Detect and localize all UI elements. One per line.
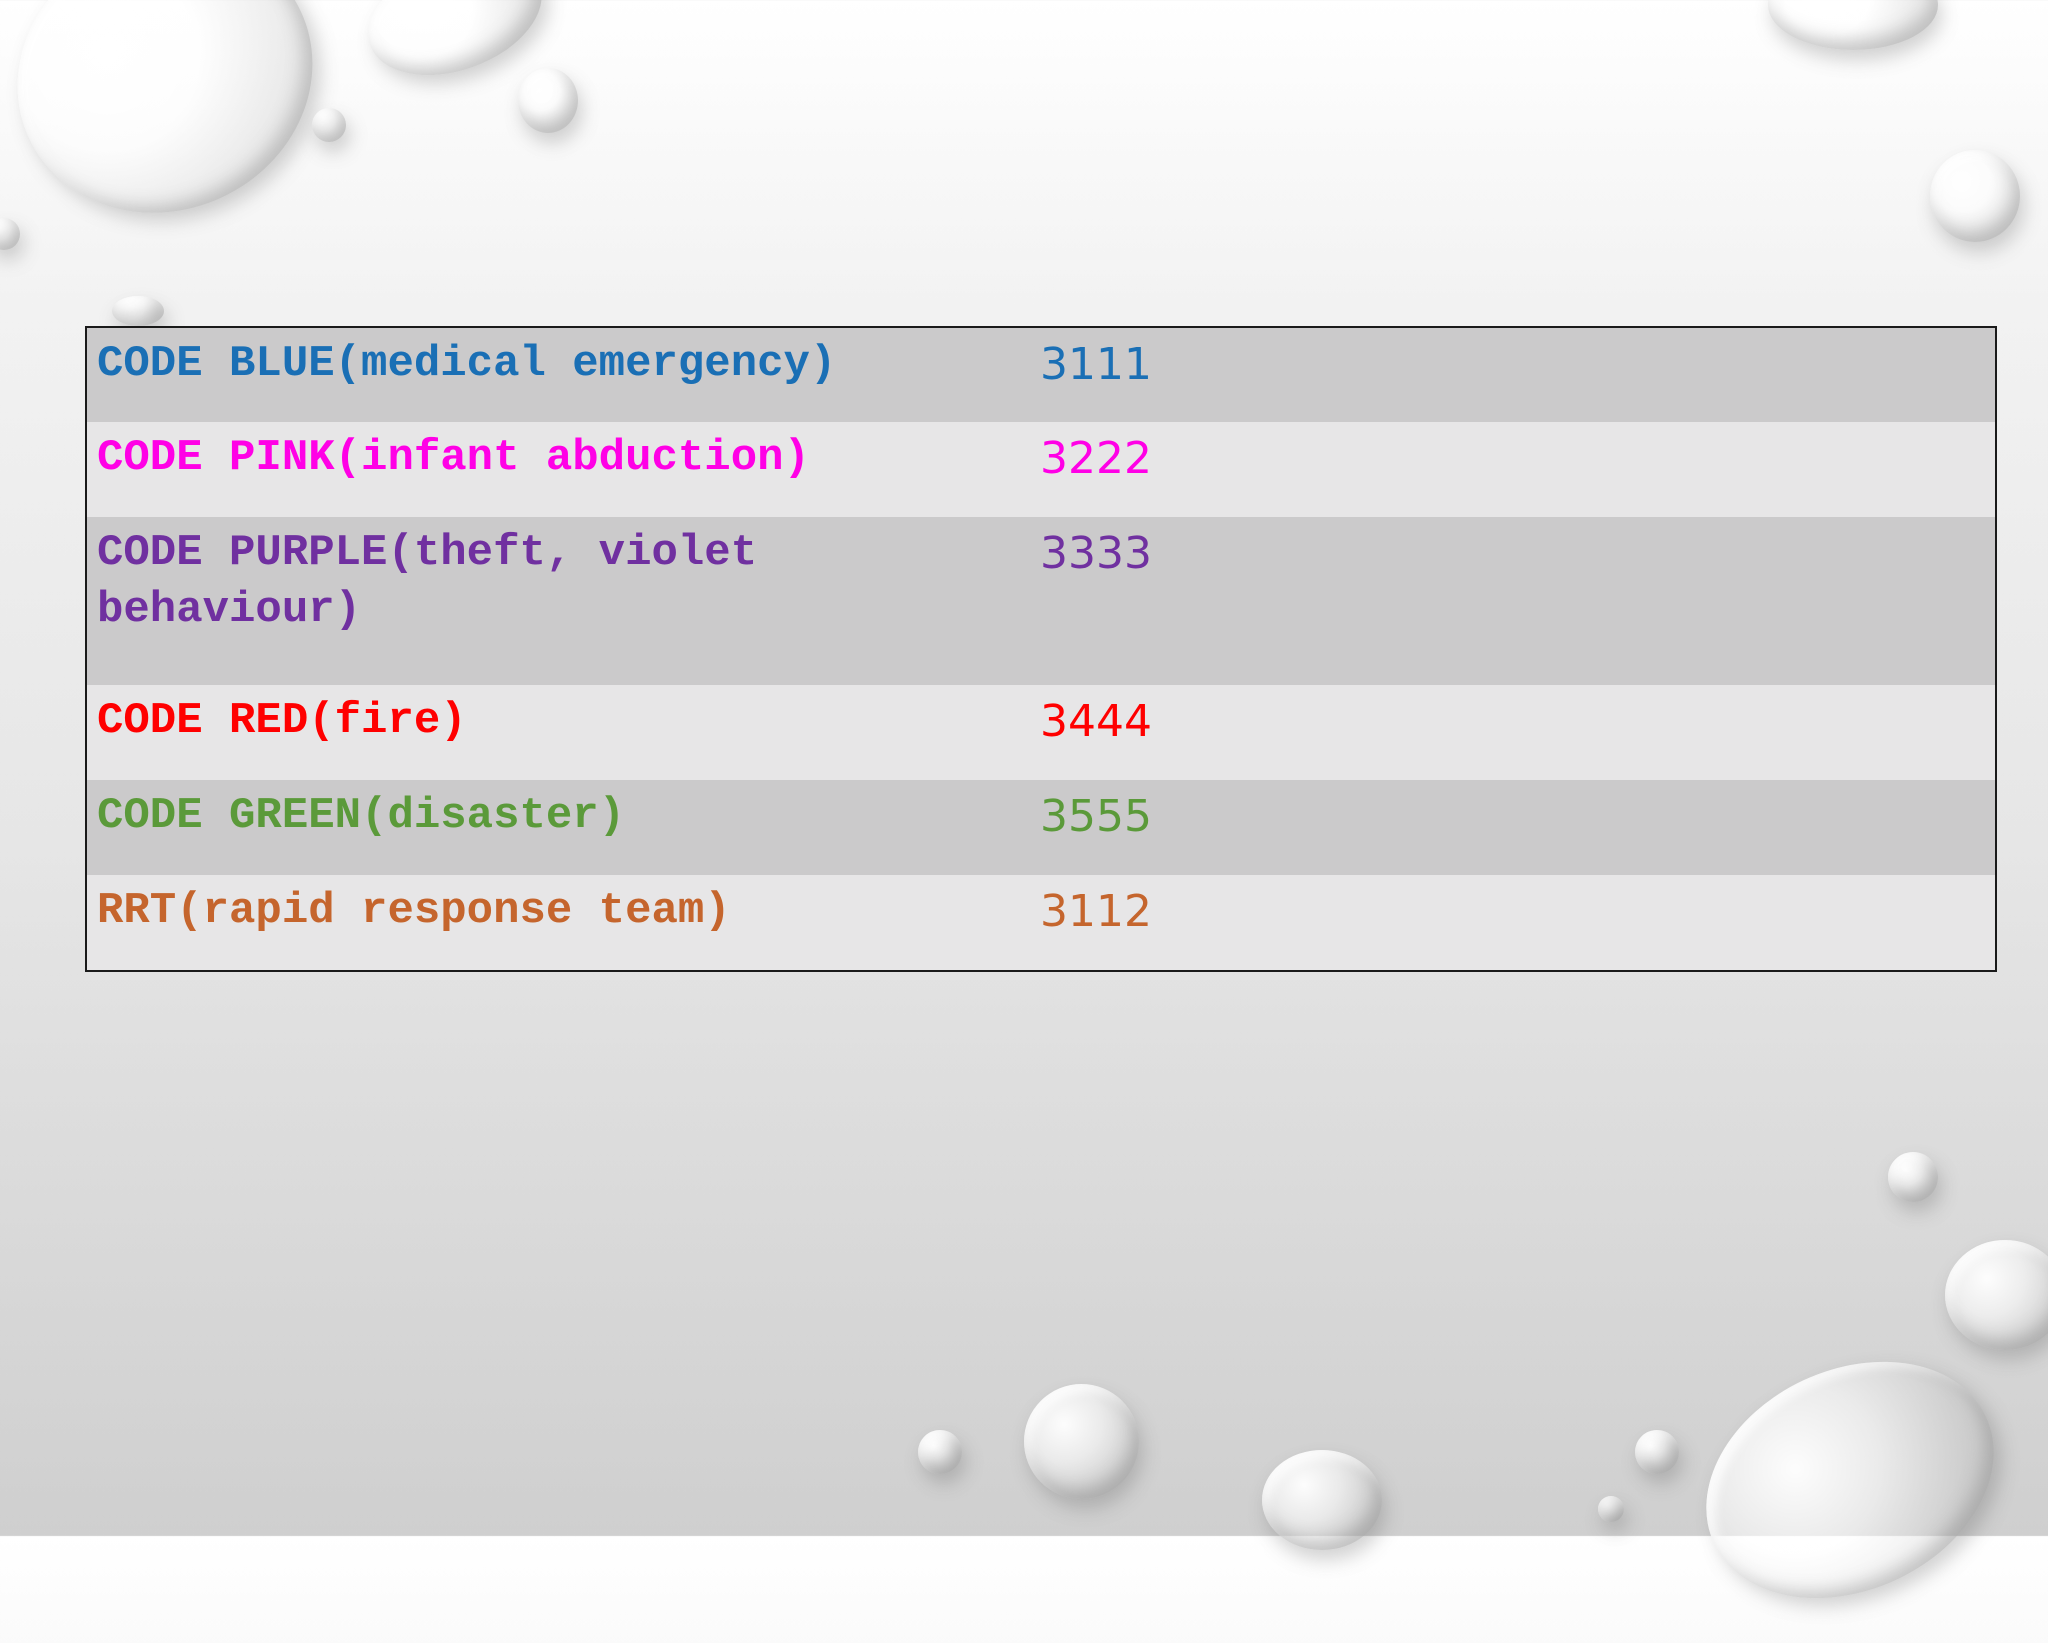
water-drop-decoration (1024, 1384, 1139, 1499)
table-row: CODE RED(fire) 3444 (86, 685, 1996, 780)
code-label: CODE PURPLE(theft, violet behaviour) (97, 528, 758, 635)
table-row: CODE GREEN(disaster) 3555 (86, 780, 1996, 875)
water-drop-decoration (1945, 1240, 2048, 1350)
code-number: 3222 (1040, 433, 1152, 484)
water-drop-decoration (1768, 0, 1938, 50)
water-drop-decoration (1598, 1496, 1624, 1522)
water-drop-decoration (1667, 1316, 2033, 1643)
code-label: CODE PINK(infant abduction) (97, 433, 810, 483)
water-drop-decoration (0, 0, 358, 261)
code-number: 3444 (1040, 696, 1152, 747)
code-label: CODE BLUE(medical emergency) (97, 339, 837, 389)
water-drop-decoration (1930, 150, 2020, 242)
code-label: CODE GREEN(disaster) (97, 791, 626, 841)
code-number: 3333 (1040, 528, 1152, 579)
water-drop-decoration (918, 1430, 962, 1474)
code-number: 3555 (1040, 791, 1152, 842)
water-drop-decoration (518, 68, 578, 133)
water-drop-decoration (0, 218, 20, 250)
table-row: RRT(rapid response team) 3112 (86, 875, 1996, 971)
code-label: RRT(rapid response team) (97, 886, 731, 936)
table-row: CODE PINK(infant abduction) 3222 (86, 422, 1996, 517)
code-number: 3112 (1040, 886, 1152, 937)
water-drop-decoration (1635, 1430, 1679, 1474)
table-row: CODE PURPLE(theft, violet behaviour) 333… (86, 517, 1996, 685)
water-drop-decoration (312, 108, 346, 142)
water-drop-decoration (112, 296, 164, 326)
water-drop-decoration (1262, 1450, 1382, 1550)
code-label: CODE RED(fire) (97, 696, 467, 746)
emergency-codes-table: CODE BLUE(medical emergency) 3111 CODE P… (85, 326, 1997, 972)
table-row: CODE BLUE(medical emergency) 3111 (86, 327, 1996, 422)
code-number: 3111 (1040, 339, 1152, 390)
water-drop-decoration (1888, 1152, 1938, 1202)
